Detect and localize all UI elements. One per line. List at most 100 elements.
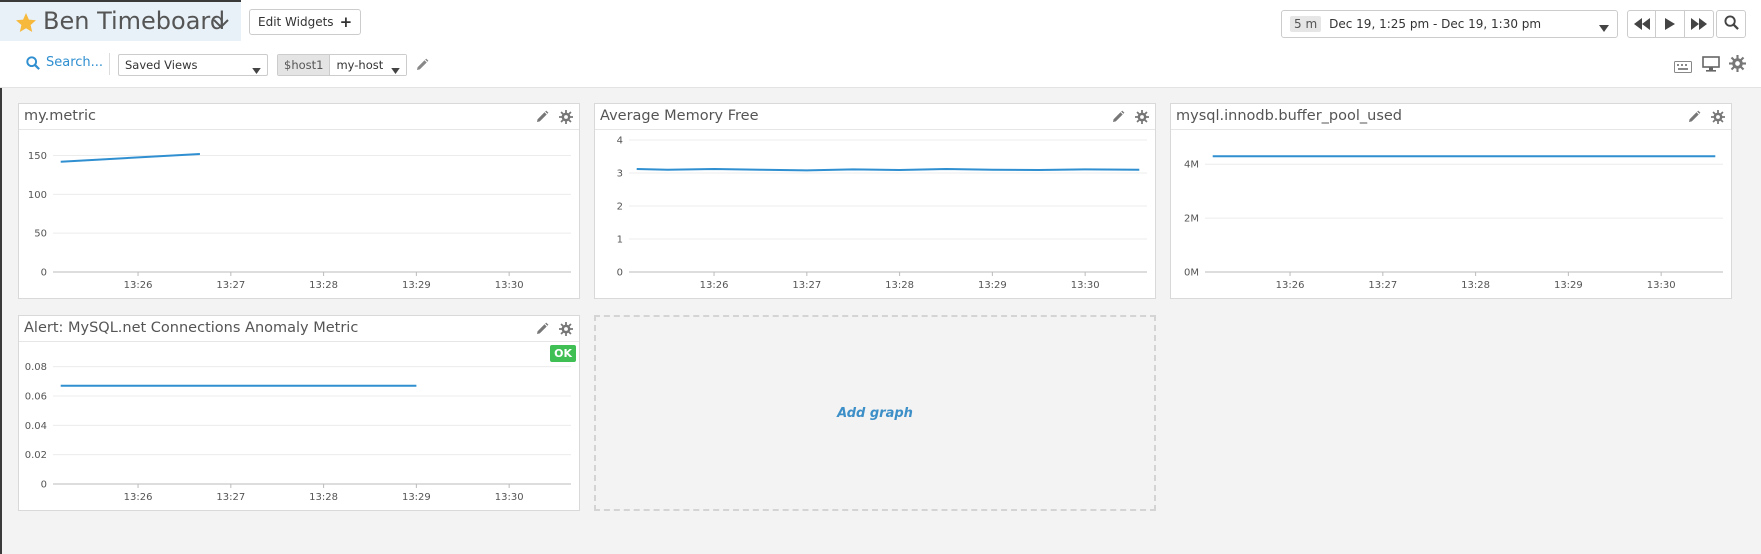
monitor-icon[interactable] — [1702, 56, 1720, 76]
chart-area[interactable]: 0 0.02 0.04 0.06 0.08 13:26 13:27 13:28 13:29 13:… — [19, 342, 579, 510]
gear-icon[interactable] — [559, 321, 575, 337]
play-icon — [1665, 15, 1675, 34]
x-tick-label: 13:27 — [216, 492, 245, 503]
edit-widgets-button[interactable]: Edit Widgets + — [249, 9, 362, 35]
y-tick-label: 0.06 — [25, 392, 47, 403]
search-link[interactable]: Search... — [26, 55, 103, 70]
fast-forward-icon — [1691, 15, 1707, 34]
y-tick-label: 0 — [41, 480, 47, 491]
x-tick-label: 13:30 — [495, 492, 524, 503]
line-chart: 0M 2M 4M 13:26 13:27 13:28 13:29 13:30 — [1184, 155, 1723, 291]
x-tick-label: 13:29 — [978, 280, 1007, 291]
template-variable-name: $host1 — [278, 55, 331, 75]
x-tick-label: 13:27 — [216, 280, 245, 291]
widget-title: Average Memory Free — [600, 108, 759, 124]
rewind-button[interactable] — [1627, 10, 1656, 38]
time-range-selector[interactable]: 5 m Dec 19, 1:25 pm - Dec 19, 1:30 pm — [1281, 10, 1618, 38]
y-tick-label: 0 — [617, 268, 623, 279]
y-tick-label: 3 — [617, 169, 623, 180]
plus-icon: + — [339, 13, 353, 31]
y-tick-label: 4 — [617, 136, 623, 147]
widget-header: my.metric — [19, 104, 579, 130]
line-chart: 0 0.02 0.04 0.06 0.08 13:26 13:27 13:28 13:29 13:… — [25, 362, 571, 503]
search-icon — [26, 55, 40, 70]
dashboard-title-box[interactable]: Ben Timeboard — [0, 0, 241, 41]
gear-icon[interactable] — [1135, 109, 1151, 125]
widget-average-memory-free: Average Memory Free 0 1 2 3 4 13:26 13:27 13:28… — [594, 103, 1156, 299]
pencil-icon[interactable] — [415, 57, 429, 71]
caret-down-icon — [252, 63, 261, 74]
time-range-text: Dec 19, 1:25 pm - Dec 19, 1:30 pm — [1329, 17, 1542, 31]
x-tick-label: 13:28 — [1461, 280, 1490, 291]
x-tick-label: 13:30 — [1647, 280, 1676, 291]
star-icon[interactable] — [14, 11, 38, 35]
chart-area[interactable]: 0M 2M 4M 13:26 13:27 13:28 13:29 13:30 — [1171, 130, 1731, 298]
playback-controls — [1627, 10, 1714, 38]
y-tick-label: 0.02 — [25, 450, 47, 461]
rewind-icon — [1633, 15, 1650, 34]
widget-title: Alert: MySQL.net Connections Anomaly Met… — [24, 320, 359, 336]
x-tick-label: 13:26 — [124, 280, 153, 291]
dashboard-title: Ben Timeboard — [43, 7, 226, 35]
widget-title: mysql.innodb.buffer_pool_used — [1176, 108, 1403, 124]
x-tick-label: 13:29 — [1554, 280, 1583, 291]
search-label: Search... — [46, 55, 104, 70]
y-tick-label: 50 — [34, 229, 47, 240]
x-tick-label: 13:26 — [124, 492, 153, 503]
widget-header: Average Memory Free — [595, 104, 1155, 130]
template-variable-value-text: my-host — [336, 58, 384, 72]
widget-my-metric: my.metric 0 50 100 150 13:26 13:27 13:28 13:29 1… — [18, 103, 580, 299]
y-tick-label: 0M — [1184, 268, 1199, 279]
play-button[interactable] — [1656, 10, 1685, 38]
x-tick-label: 13:27 — [792, 280, 821, 291]
x-tick-label: 13:28 — [309, 280, 338, 291]
widget-header: Alert: MySQL.net Connections Anomaly Met… — [19, 316, 579, 342]
saved-views-select[interactable]: Saved Views — [118, 54, 268, 76]
widget-header: mysql.innodb.buffer_pool_used — [1171, 104, 1731, 130]
widget-title: my.metric — [24, 108, 96, 124]
line-chart: 0 1 2 3 4 13:26 13:27 13:28 13:29 13:30 — [617, 136, 1147, 291]
y-tick-label: 0 — [41, 268, 47, 279]
gear-icon[interactable] — [559, 109, 575, 125]
saved-views-label: Saved Views — [125, 58, 198, 72]
pencil-icon[interactable] — [1111, 109, 1127, 125]
dashboard-canvas: my.metric 0 50 1 0 0 150 13:26 13:27 13:28 13:29 1… — [0, 88, 1761, 554]
y-tick-label: 4M — [1184, 160, 1199, 171]
search-icon — [1723, 15, 1739, 33]
widget-alert-mysql-connections: Alert: MySQL.net Connections Anomaly Met… — [18, 315, 580, 511]
keyboard-icon[interactable] — [1674, 58, 1692, 77]
edit-widgets-label: Edit Widgets — [258, 15, 334, 29]
add-graph-label: Add graph — [837, 405, 913, 421]
y-tick-label: 150 — [28, 151, 47, 162]
pencil-icon[interactable] — [535, 321, 551, 337]
y-tick-label: 0.04 — [25, 421, 47, 432]
series-line — [636, 167, 1140, 172]
x-tick-label: 13:30 — [1071, 280, 1100, 291]
chart-area[interactable]: 0 1 2 3 4 13:26 13:27 13:28 13:29 13:30 — [595, 130, 1155, 298]
chevron-down-icon[interactable] — [212, 16, 230, 30]
dashboard-search-button[interactable] — [1716, 10, 1746, 38]
caret-down-icon — [1599, 21, 1609, 32]
y-tick-label: 1 — [617, 235, 623, 246]
fast-forward-button[interactable] — [1685, 10, 1714, 38]
x-tick-label: 13:26 — [1276, 280, 1305, 291]
divider — [109, 53, 110, 75]
gear-icon[interactable] — [1729, 55, 1746, 76]
pencil-icon[interactable] — [1687, 109, 1703, 125]
time-span-badge: 5 m — [1290, 16, 1322, 32]
template-variable-host1[interactable]: $host1 my-host — [277, 54, 408, 76]
x-tick-label: 13:28 — [885, 280, 914, 291]
y-tick-label: 2 — [617, 202, 623, 213]
y-tick-label: 0.08 — [25, 362, 47, 373]
chart-area[interactable]: 0 50 100 150 13:26 13:27 13:28 13:29 13:30 — [19, 130, 579, 298]
y-tick-label: 2M — [1184, 214, 1199, 225]
x-tick-label: 13:27 — [1368, 280, 1397, 291]
template-variable-value[interactable]: my-host — [330, 55, 407, 75]
top-bar: Ben Timeboard Edit Widgets + 5 m Dec 19,… — [0, 0, 1761, 88]
widget-mysql-buffer-pool-used: mysql.innodb.buffer_pool_used 0M 2M 4M 13:2… — [1170, 103, 1732, 299]
x-tick-label: 13:29 — [402, 492, 431, 503]
add-graph-placeholder[interactable]: Add graph — [594, 315, 1156, 511]
gear-icon[interactable] — [1711, 109, 1727, 125]
pencil-icon[interactable] — [535, 109, 551, 125]
line-chart: 0 50 100 150 13:26 13:27 13:28 13:29 13:30 — [28, 151, 571, 291]
